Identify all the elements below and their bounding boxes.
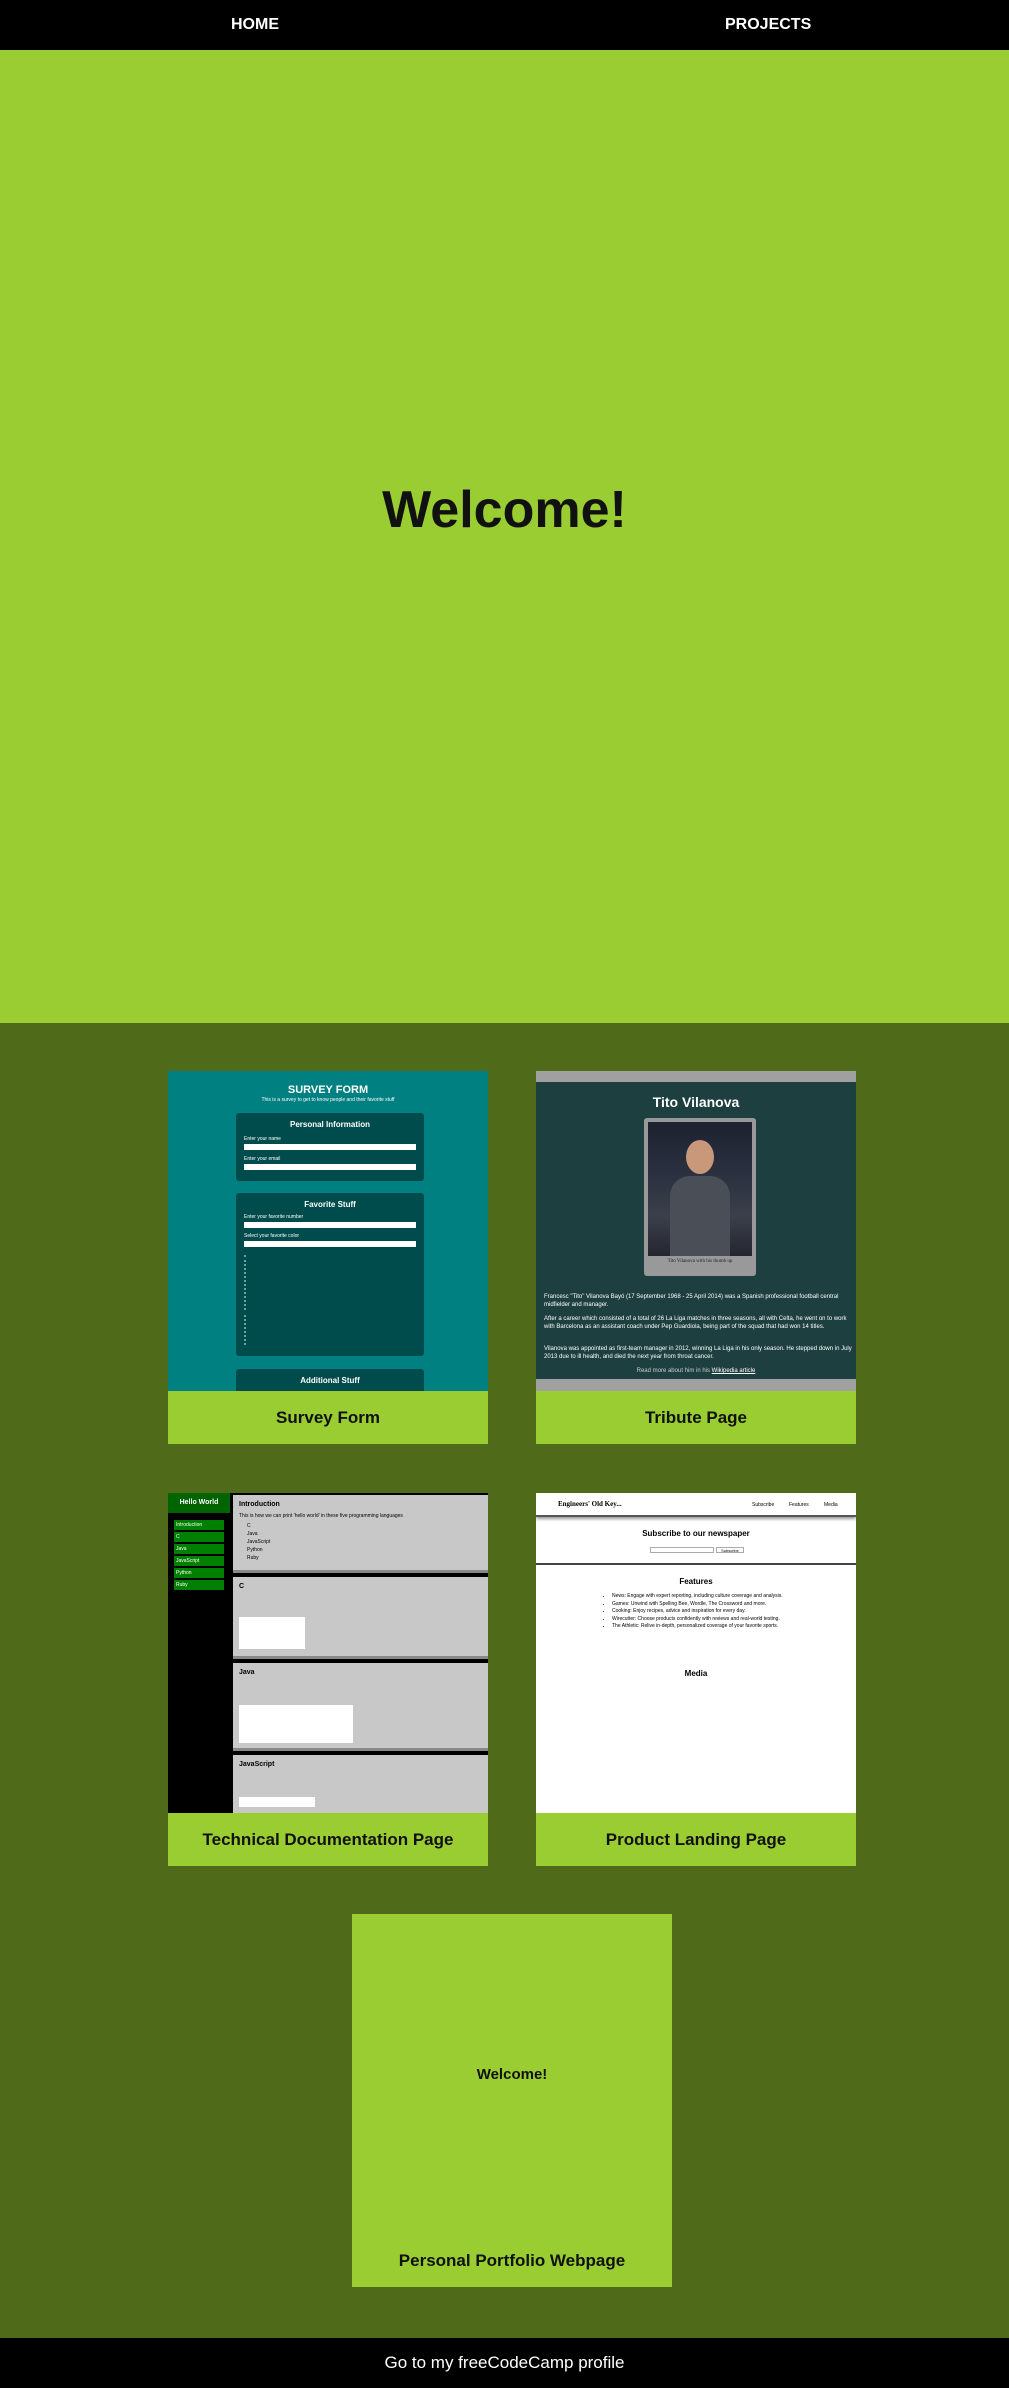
footer: Go to my freeCodeCamp profile (0, 2338, 1009, 2388)
top-nav: HOME PROJECTS (0, 0, 1009, 50)
portfolio-thumbnail: Welcome! (352, 1914, 672, 2234)
survey-color-select[interactable] (244, 1241, 416, 1247)
docs-sidebar-title: Hello World (168, 1493, 230, 1513)
survey-color-label: Select your favorite color (244, 1233, 300, 1239)
tribute-paragraph-3: Vilanova was appointed as first-team man… (544, 1346, 852, 1360)
project-card-tribute[interactable]: Tito Vilanova Tito Vilanova with his thu… (536, 1071, 856, 1444)
docs-js-section: JavaScript (233, 1755, 488, 1813)
docs-nav-item[interactable]: C (174, 1532, 224, 1542)
landing-subscribe-title: Subscribe to our newspaper (642, 1529, 750, 1538)
survey-section-favorite: Favorite Stuff (304, 1200, 356, 1209)
project-card-landing[interactable]: Engineers' Old Key... Subscribe Features… (536, 1493, 856, 1866)
freecodecamp-profile-link[interactable]: Go to my freeCodeCamp profile (385, 2353, 625, 2372)
landing-feature-item: Games: Unwind with Spelling Bee, Wordle,… (612, 1601, 852, 1609)
nav-projects-link[interactable]: PROJECTS (725, 0, 811, 50)
project-card-portfolio[interactable]: Welcome! Personal Portfolio Webpage (352, 1914, 672, 2287)
landing-subscribe-section: Subscribe to our newspaper Subscribe (536, 1521, 856, 1565)
docs-java-title: Java (239, 1669, 255, 1676)
survey-email-input[interactable] (244, 1164, 416, 1170)
survey-title: SURVEY FORM (287, 1084, 369, 1096)
docs-nav-item[interactable]: Introduction (174, 1520, 224, 1530)
project-label[interactable]: Product Landing Page (536, 1813, 856, 1866)
landing-email-input[interactable] (650, 1547, 714, 1553)
tribute-photo-face (686, 1140, 714, 1174)
landing-nav-features[interactable]: Features (789, 1501, 809, 1509)
landing-nav-subscribe[interactable]: Subscribe (752, 1501, 774, 1509)
survey-checkbox-options[interactable] (244, 1315, 344, 1345)
tribute-paragraph-2: After a career which consisted of a tota… (544, 1316, 847, 1330)
project-card-docs[interactable]: Hello World Introduction C Java JavaScri… (168, 1493, 488, 1866)
survey-radio-options[interactable] (244, 1255, 344, 1310)
landing-subscribe-button[interactable]: Subscribe (716, 1547, 744, 1553)
tribute-photo (648, 1122, 752, 1256)
docs-js-title: JavaScript (239, 1761, 275, 1768)
landing-feature-item: Cooking: Enjoy recipes, advice and inspi… (612, 1608, 852, 1616)
tribute-read-more: Read more about him in his Wikipedia art… (536, 1367, 856, 1375)
docs-sidebar-nav: Introduction C Java JavaScript Python Ru… (174, 1520, 224, 1592)
survey-name-input[interactable] (244, 1144, 416, 1150)
tribute-wikipedia-link[interactable]: Wikipedia article (712, 1368, 756, 1374)
docs-java-section: Java (233, 1663, 488, 1751)
survey-thumbnail: SURVEY FORM This is a survey to get to k… (168, 1071, 488, 1391)
survey-email-label: Enter your email (244, 1156, 281, 1162)
docs-intro-text: This is how we can print 'hello world' i… (239, 1513, 403, 1519)
tribute-image-caption: Tito Vilanova with his thumb up (667, 1259, 733, 1264)
survey-number-label: Enter your favorite number (244, 1214, 304, 1220)
landing-features-list: News: Engage with expert reporting, incl… (612, 1593, 852, 1631)
tribute-read-more-text: Read more about him in his (636, 1368, 710, 1374)
survey-additional-box: Additional Stuff (236, 1369, 424, 1391)
docs-intro-list-item: C (247, 1523, 251, 1529)
docs-intro-list-item: JavaScript (247, 1539, 271, 1545)
docs-intro-list-item: Java (247, 1531, 258, 1537)
project-label[interactable]: Tribute Page (536, 1391, 856, 1444)
tribute-main: Tito Vilanova Tito Vilanova with his thu… (536, 1082, 856, 1379)
landing-thumbnail: Engineers' Old Key... Subscribe Features… (536, 1493, 856, 1813)
project-label[interactable]: Technical Documentation Page (168, 1813, 488, 1866)
landing-features-title: Features (679, 1577, 713, 1586)
survey-favorite-box: Favorite Stuff Enter your favorite numbe… (236, 1193, 424, 1356)
docs-intro-title: Introduction (239, 1501, 280, 1508)
docs-nav-item[interactable]: Python (174, 1568, 224, 1578)
project-label[interactable]: Personal Portfolio Webpage (352, 2234, 672, 2287)
projects-section: SURVEY FORM This is a survey to get to k… (0, 1023, 1009, 2338)
project-label[interactable]: Survey Form (168, 1391, 488, 1444)
survey-number-input[interactable] (244, 1222, 416, 1228)
nav-home-link[interactable]: HOME (231, 0, 279, 50)
tribute-thumbnail: Tito Vilanova Tito Vilanova with his thu… (536, 1071, 856, 1391)
project-card-survey[interactable]: SURVEY FORM This is a survey to get to k… (168, 1071, 488, 1444)
landing-header: Engineers' Old Key... Subscribe Features… (536, 1493, 856, 1517)
docs-java-code (239, 1705, 353, 1743)
docs-intro-section: Introduction This is how we can print 'h… (233, 1495, 488, 1573)
tribute-title: Tito Vilanova (652, 1094, 740, 1110)
survey-subtitle: This is a survey to get to know people a… (261, 1097, 395, 1103)
docs-nav-item[interactable]: JavaScript (174, 1556, 224, 1566)
welcome-heading: Welcome! (382, 481, 627, 539)
survey-section-personal: Personal Information (289, 1120, 370, 1129)
welcome-section: Welcome! (0, 50, 1009, 1023)
docs-js-code (239, 1797, 315, 1807)
landing-feature-item: Wirecutter: Choose products confidently … (612, 1616, 852, 1624)
landing-feature-item: The Athletic: Relive in-depth, personali… (612, 1623, 852, 1631)
landing-brand: Engineers' Old Key... (558, 1500, 622, 1508)
docs-nav-item[interactable]: Java (174, 1544, 224, 1554)
docs-c-code (239, 1617, 305, 1649)
tribute-image-frame: Tito Vilanova with his thumb up (644, 1118, 756, 1276)
landing-media-title: Media (684, 1669, 708, 1678)
survey-section-additional: Additional Stuff (300, 1376, 360, 1385)
docs-intro-list: C Java JavaScript Python Ruby (247, 1522, 488, 1562)
tribute-paragraph-1: Francesc "Tito" Vilanova Bayó (17 Septem… (544, 1294, 839, 1308)
landing-nav-media[interactable]: Media (824, 1501, 838, 1509)
survey-personal-box: Personal Information Enter your name Ent… (236, 1113, 424, 1181)
docs-thumbnail: Hello World Introduction C Java JavaScri… (168, 1493, 488, 1813)
survey-name-label: Enter your name (244, 1136, 281, 1142)
docs-intro-list-item: Python (247, 1547, 263, 1553)
docs-c-section: C (233, 1577, 488, 1659)
docs-intro-list-item: Ruby (247, 1555, 259, 1561)
tribute-photo-suit (670, 1176, 730, 1256)
landing-feature-item: News: Engage with expert reporting, incl… (612, 1593, 852, 1601)
docs-nav-item[interactable]: Ruby (174, 1580, 224, 1590)
portfolio-preview-title: Welcome! (476, 2066, 548, 2083)
docs-c-title: C (239, 1583, 245, 1590)
